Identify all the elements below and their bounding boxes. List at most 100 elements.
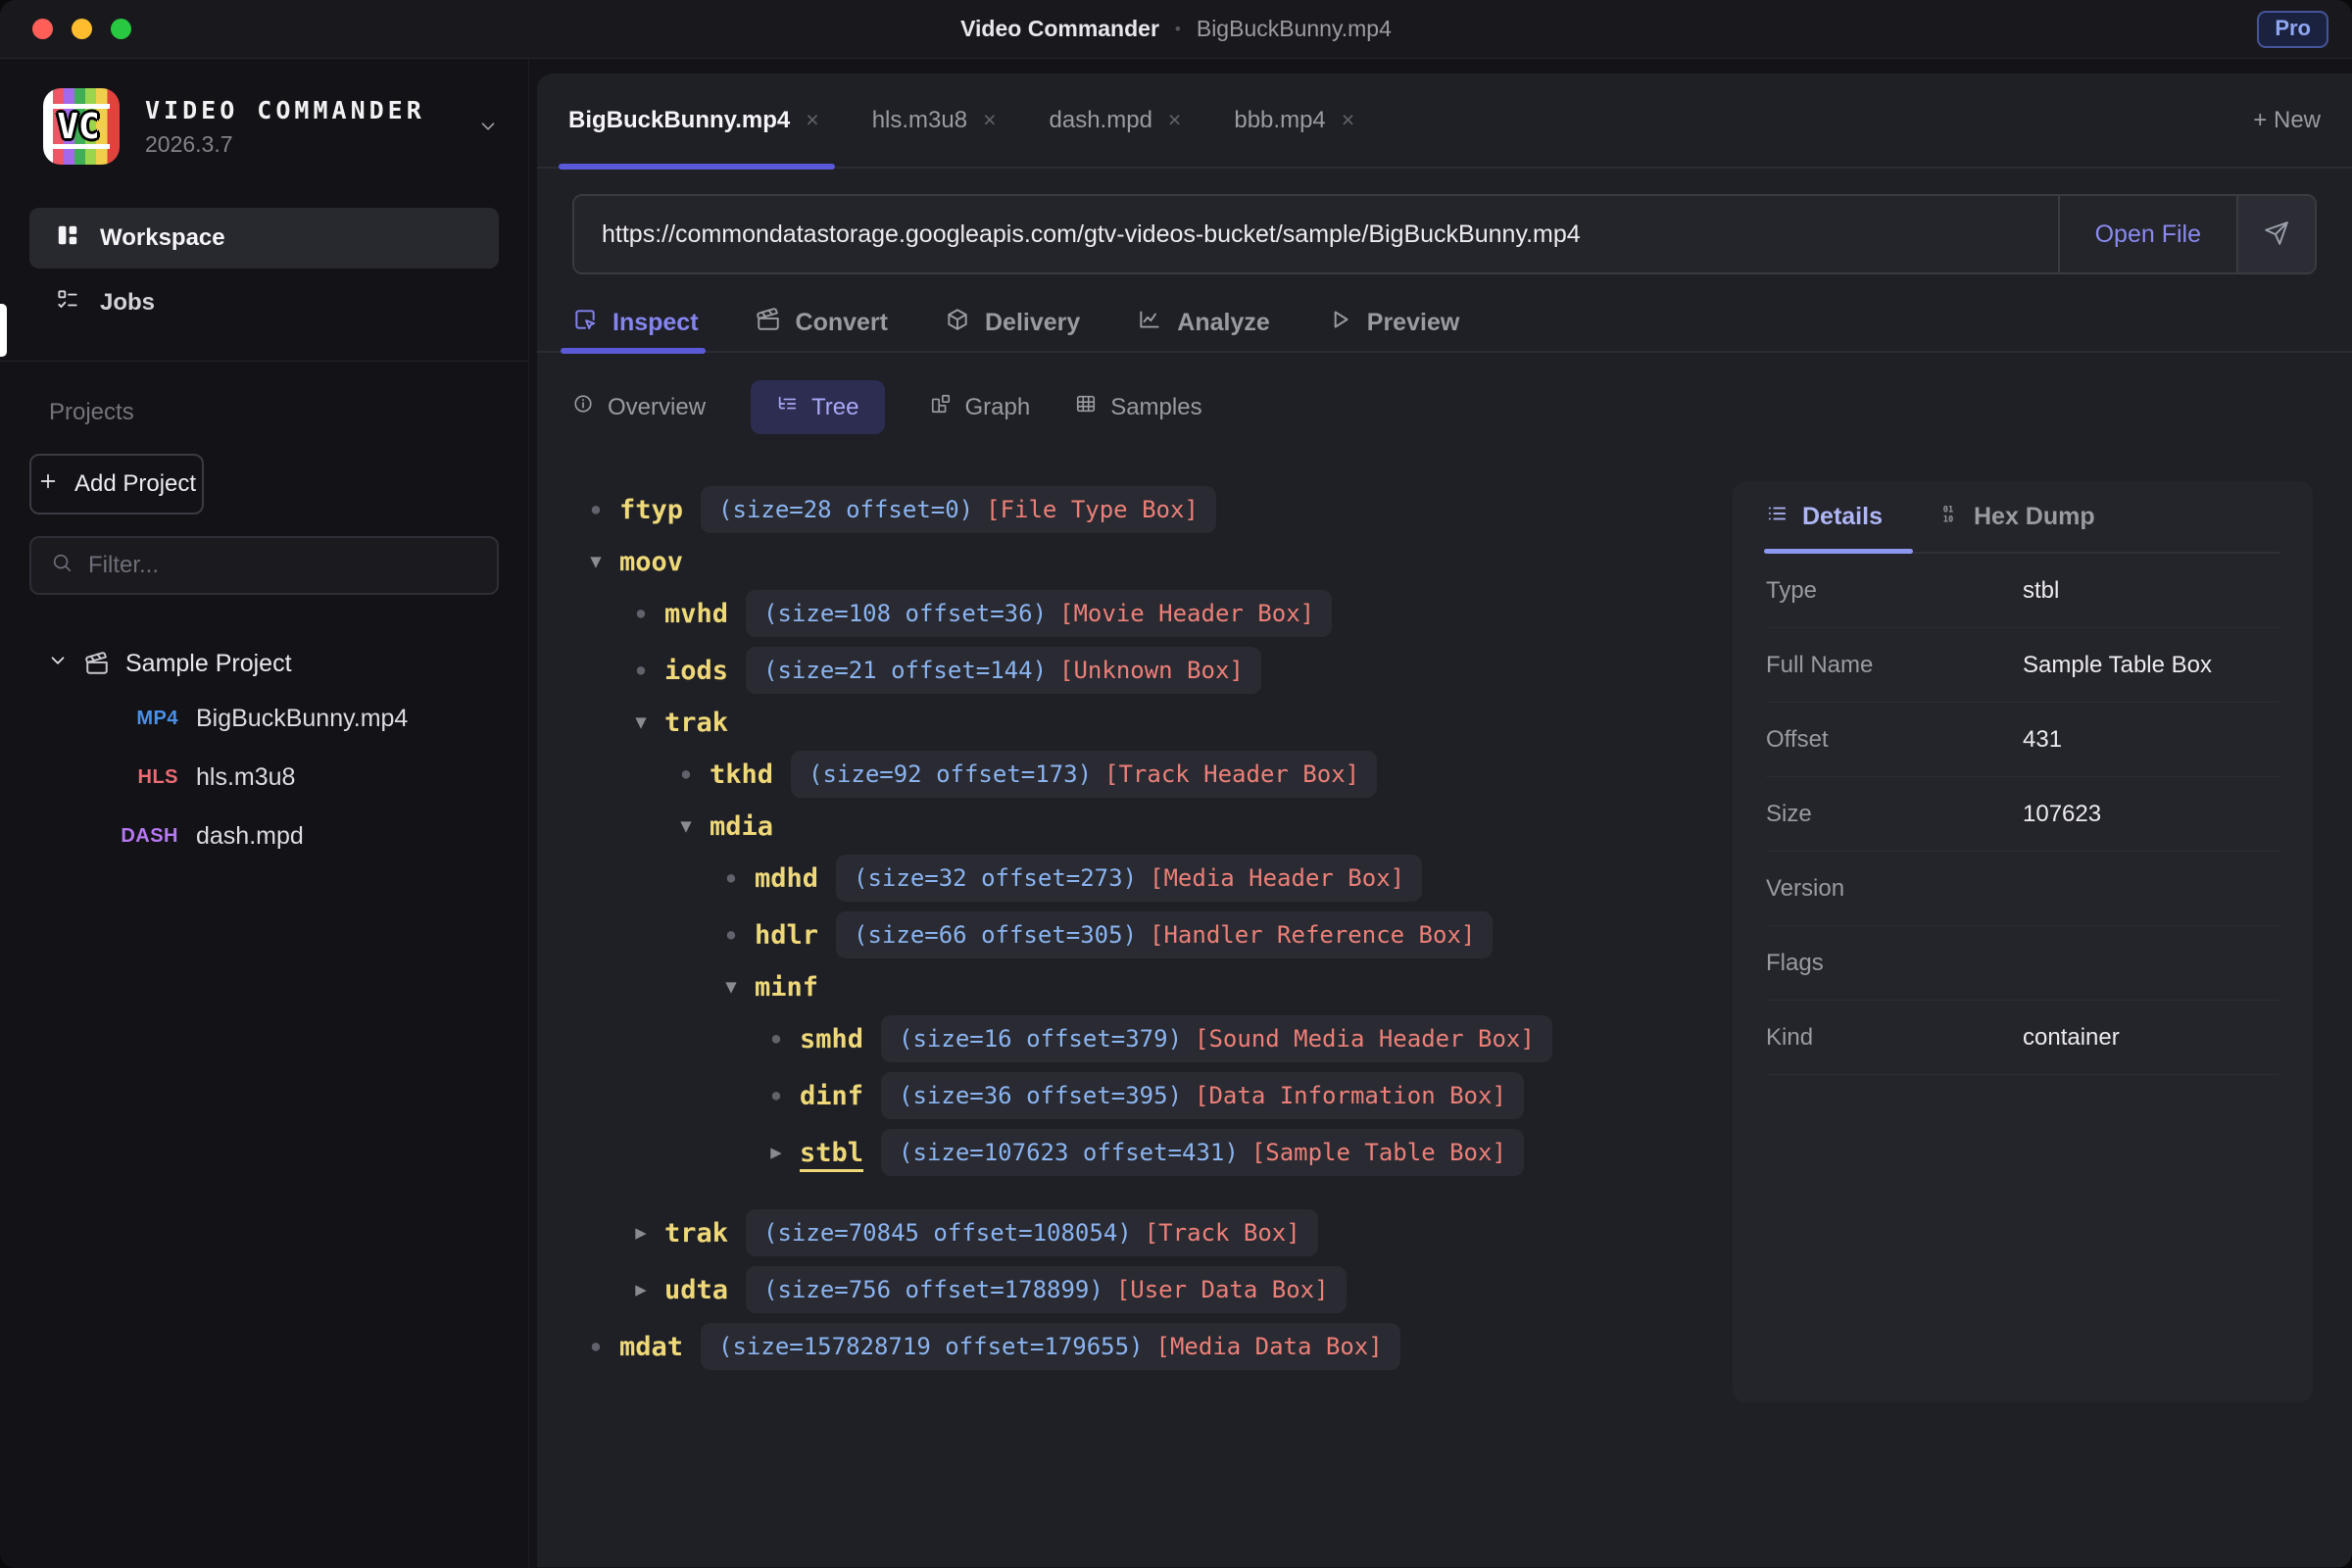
file-tab[interactable]: hls.m3u8 × (872, 107, 997, 134)
tree-row[interactable]: ▼ minf (711, 963, 1709, 1010)
tree-row[interactable]: ● hdlr (size=66 offset=305) [Handler Ref… (711, 906, 1709, 963)
chevron-down-icon (47, 650, 69, 678)
file-format-badge: HLS (86, 766, 178, 789)
logo-vc-monogram: VC (47, 104, 110, 149)
tree-marker-icon: ● (621, 662, 661, 678)
box-name: iods (664, 656, 728, 686)
tree-row[interactable]: ● ftyp (size=28 offset=0) [File Type Box… (576, 481, 1709, 538)
plus-icon (37, 470, 59, 499)
detail-row: Flags (1766, 926, 2279, 1001)
subtab-samples[interactable]: Samples (1075, 380, 1201, 434)
tab-label: Hex Dump (1974, 503, 2095, 531)
tree-row[interactable]: ● tkhd (size=92 offset=173) [Track Heade… (666, 746, 1709, 803)
detail-value: Sample Table Box (2023, 652, 2212, 679)
load-url-button[interactable] (2236, 196, 2315, 272)
detail-row: Kind container (1766, 1001, 2279, 1075)
package-icon (945, 307, 970, 339)
close-icon[interactable]: × (983, 109, 996, 131)
file-tab[interactable]: BigBuckBunny.mp4 × (568, 107, 819, 134)
titlebar: Video Commander • BigBuckBunny.mp4 Pro (0, 0, 2352, 59)
box-info-badge: (size=36 offset=395) [Data Information B… (881, 1072, 1524, 1119)
box-full-name: [File Type Box] (986, 496, 1199, 523)
main-panel: BigBuckBunny.mp4 × hls.m3u8 × dash.mpd × (537, 74, 2352, 1567)
tree-row[interactable]: ▶ stbl (size=107623 offset=431) [Sample … (757, 1124, 1709, 1181)
traffic-lights (32, 19, 131, 39)
url-input[interactable] (574, 196, 2058, 272)
project-filter-input[interactable]: Filter... (29, 536, 499, 595)
box-name: dinf (800, 1081, 863, 1111)
tree-row[interactable]: ● mvhd (size=108 offset=36) [Movie Heade… (621, 585, 1709, 642)
box-name: stbl (800, 1138, 863, 1168)
file-format-badge: MP4 (86, 708, 178, 730)
tree-marker-icon: ▶ (757, 1142, 796, 1163)
project-file-item[interactable]: MP4 BigBuckBunny.mp4 (29, 689, 499, 748)
tree-row[interactable]: ● iods (size=21 offset=144) [Unknown Box… (621, 642, 1709, 699)
file-tab[interactable]: bbb.mp4 × (1234, 107, 1354, 134)
project-row-sample-project[interactable]: Sample Project (29, 638, 499, 689)
window-zoom-button[interactable] (111, 19, 131, 39)
window-minimize-button[interactable] (72, 19, 92, 39)
box-full-name: [Movie Header Box] (1059, 600, 1314, 627)
detail-label: Type (1766, 577, 2023, 605)
tree-row[interactable]: ● dinf (size=36 offset=395) [Data Inform… (757, 1067, 1709, 1124)
project-file-item[interactable]: HLS hls.m3u8 (29, 748, 499, 807)
paper-plane-icon (2264, 220, 2289, 249)
subtab-label: Overview (608, 394, 706, 421)
tab-inspect[interactable]: Inspect (572, 294, 699, 351)
chevron-down-icon[interactable] (477, 116, 499, 137)
box-size-offset: (size=157828719 offset=179655) (718, 1333, 1143, 1360)
subtab-tree[interactable]: Tree (751, 380, 884, 434)
box-name: ftyp (619, 495, 683, 525)
box-size-offset: (size=36 offset=395) (899, 1082, 1182, 1109)
tab-label: Analyze (1177, 309, 1269, 337)
tab-convert[interactable]: Convert (756, 294, 888, 351)
sidebar-item-workspace[interactable]: Workspace (29, 208, 499, 269)
close-icon[interactable]: × (1342, 109, 1354, 131)
box-full-name: [Data Information Box] (1195, 1082, 1506, 1109)
box-info-badge: (size=756 offset=178899) [User Data Box] (746, 1266, 1347, 1313)
tree-row[interactable]: ● mdhd (size=32 offset=273) [Media Heade… (711, 850, 1709, 906)
detail-label: Flags (1766, 950, 2023, 977)
sidebar-item-jobs[interactable]: Jobs (29, 272, 499, 333)
detail-label: Version (1766, 875, 2023, 903)
tree-row[interactable]: ▼ mdia (666, 803, 1709, 850)
tree-marker-icon: ▶ (621, 1279, 661, 1300)
app-title: Video Commander (960, 16, 1159, 42)
file-tab[interactable]: dash.mpd × (1050, 107, 1182, 134)
details-rows: Type stbl Full Name Sample Table Box Off… (1766, 554, 2279, 1075)
tab-delivery[interactable]: Delivery (945, 294, 1080, 351)
project-file-item[interactable]: DASH dash.mpd (29, 807, 499, 865)
tree-row[interactable]: ▼ trak (621, 699, 1709, 746)
tab-preview[interactable]: Preview (1327, 294, 1460, 351)
window-close-button[interactable] (32, 19, 53, 39)
box-full-name: [Media Data Box] (1156, 1333, 1383, 1360)
tab-analyze[interactable]: Analyze (1137, 294, 1269, 351)
subtab-label: Tree (811, 394, 858, 421)
tab-hex-dump[interactable]: 01 10 Hex Dump (1937, 503, 2095, 531)
tree-row[interactable]: ▶ trak (size=70845 offset=108054) [Track… (621, 1204, 1709, 1261)
tree-row[interactable]: ▶ udta (size=756 offset=178899) [User Da… (621, 1261, 1709, 1318)
tree-row[interactable]: ● mdat (size=157828719 offset=179655) [M… (576, 1318, 1709, 1375)
box-full-name: [Media Header Box] (1150, 864, 1404, 892)
new-tab-button[interactable]: + New (2253, 107, 2321, 134)
subtab-overview[interactable]: Overview (572, 380, 706, 434)
chart-line-icon (1137, 307, 1162, 339)
box-size-offset: (size=28 offset=0) (718, 496, 973, 523)
file-name: hls.m3u8 (196, 763, 295, 792)
box-size-offset: (size=107623 offset=431) (899, 1139, 1239, 1166)
detail-value: 431 (2023, 726, 2062, 754)
tree-row[interactable]: ▼ moov (576, 538, 1709, 585)
inspect-subtabs: Overview Tree (572, 380, 2317, 434)
tab-details[interactable]: Details (1766, 503, 1883, 531)
close-icon[interactable]: × (1168, 109, 1181, 131)
subtab-graph[interactable]: Graph (930, 380, 1031, 434)
brand-version: 2026.3.7 (145, 131, 425, 158)
box-size-offset: (size=108 offset=36) (763, 600, 1047, 627)
file-format-badge: DASH (86, 825, 178, 848)
detail-row: Version (1766, 852, 2279, 926)
open-file-button[interactable]: Open File (2058, 196, 2236, 272)
add-project-button[interactable]: Add Project (29, 454, 204, 514)
box-info-badge: (size=107623 offset=431) [Sample Table B… (881, 1129, 1524, 1176)
close-icon[interactable]: × (806, 109, 818, 131)
tree-row[interactable]: ● smhd (size=16 offset=379) [Sound Media… (757, 1010, 1709, 1067)
